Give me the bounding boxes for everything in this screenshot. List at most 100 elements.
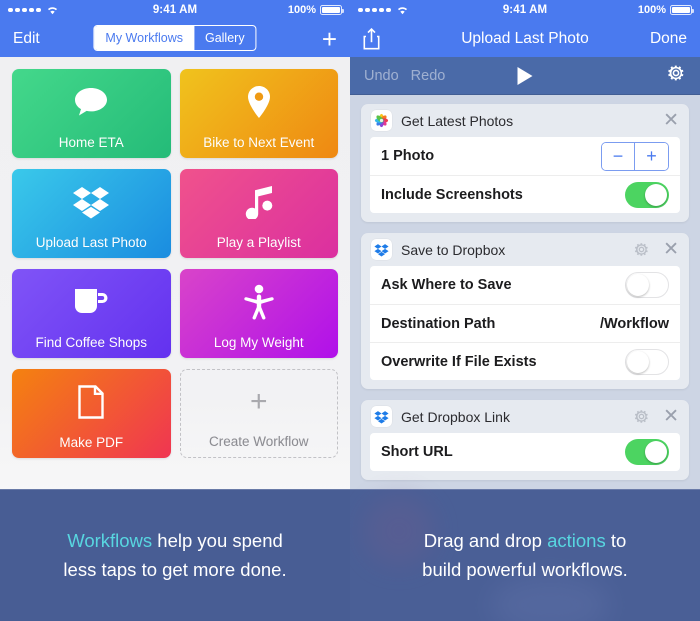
overwrite-if-file-exists-toggle[interactable] [625,348,669,375]
person-icon [180,269,339,335]
edit-button[interactable]: Edit [13,30,40,48]
battery-icon [670,5,694,15]
caption-left-rest: help you spend [152,530,283,552]
right-screen: 9:41 AM 100% Upload Last Photo Done Undo… [350,0,700,621]
status-bar-right: 9:41 AM 100% [350,0,700,20]
action-card-body: Short URL [370,433,680,471]
segment-gallery[interactable]: Gallery [194,26,256,50]
workflow-title: Upload Last Photo [461,29,589,47]
action-card-save-to-dropbox: Save to Dropbox ✕ Ask Where to Save Dest… [361,233,689,389]
parameter-label: Include Screenshots [381,186,523,203]
parameter-row-short-url: Short URL [370,433,680,471]
segment-my-workflows[interactable]: My Workflows [94,26,194,50]
tile-label: Make PDF [59,435,124,450]
nav-bar-left: Edit My Workflows Gallery + [0,20,350,57]
battery-percent: 100% [287,4,316,16]
redo-button[interactable]: Redo [411,68,446,84]
tile-label: Upload Last Photo [35,235,147,250]
dropbox-icon [12,169,171,235]
dropbox-app-icon [371,406,392,427]
battery-icon [320,5,344,15]
workflow-tile-bike-to-next-event[interactable]: Bike to Next Event [179,69,339,158]
workflow-grid: Home ETA Bike to Next Event Upload Last … [12,69,338,458]
parameter-label: 1 Photo [381,148,435,164]
document-icon [12,369,171,435]
stepper-minus-button[interactable]: − [602,142,635,170]
caption-right: Drag and drop actions to build powerful … [350,489,700,621]
parameter-row-ask-where-to-save: Ask Where to Save [370,266,680,304]
segmented-control[interactable]: My Workflows Gallery [93,25,257,51]
action-card-get-latest-photos: Get Latest Photos ✕ 1 Photo − + Include … [361,104,689,222]
caption-accent-word: actions [547,530,606,552]
ask-where-to-save-toggle[interactable] [625,272,669,298]
create-workflow-tile[interactable]: + Create Workflow [179,369,338,458]
action-card-get-dropbox-link: Get Dropbox Link ✕ Short URL [361,400,689,480]
action-card-title: Get Dropbox Link [401,408,510,425]
parameter-row-include-screenshots: Include Screenshots [370,175,680,213]
parameter-label: Overwrite If File Exists [381,353,537,370]
action-card-title: Save to Dropbox [401,241,506,258]
action-card-header: Save to Dropbox ✕ [361,233,689,266]
include-screenshots-toggle[interactable] [625,181,669,208]
share-icon[interactable] [363,27,380,50]
screenshot-root: 9:41 AM 100% Edit My Workflows Gallery +… [0,0,700,621]
tile-label: Create Workflow [208,434,309,449]
gear-icon[interactable] [666,63,686,88]
quantity-stepper[interactable]: − + [601,141,669,171]
map-pin-icon [180,69,339,135]
battery-percent: 100% [637,4,666,16]
undo-redo-group: Undo Redo [364,68,445,84]
parameter-label: Ask Where to Save [381,277,512,293]
workflow-tile-make-pdf[interactable]: Make PDF [12,369,171,458]
add-workflow-button[interactable]: + [322,26,337,52]
workflow-tile-log-my-weight[interactable]: Log My Weight [179,269,339,358]
undo-button[interactable]: Undo [364,68,399,84]
caption-right-post: to [605,530,627,552]
workflow-tile-upload-last-photo[interactable]: Upload Last Photo [12,169,171,258]
tile-label: Find Coffee Shops [35,335,148,350]
tile-label: Play a Playlist [216,235,301,250]
caption-left-line2: less taps to get more done. [63,558,287,580]
action-card-body: Ask Where to Save Destination Path /Work… [370,266,680,380]
action-card-title: Get Latest Photos [401,112,514,129]
parameter-label: Short URL [381,444,453,460]
destination-path-value[interactable]: /Workflow [600,316,669,332]
play-icon[interactable] [517,66,533,85]
actions-list: Get Latest Photos ✕ 1 Photo − + Include … [350,95,700,542]
tile-label: Home ETA [58,135,124,150]
workflow-tile-play-a-playlist[interactable]: Play a Playlist [179,169,339,258]
photos-app-icon [371,110,392,131]
action-card-header: Get Latest Photos ✕ [361,104,689,137]
parameter-row-photo-count: 1 Photo − + [370,137,680,175]
workflow-tile-home-eta[interactable]: Home ETA [12,69,171,158]
close-icon[interactable]: ✕ [663,111,679,130]
parameter-label: Destination Path [381,315,496,332]
close-icon[interactable]: ✕ [663,407,679,426]
left-screen: 9:41 AM 100% Edit My Workflows Gallery +… [0,0,350,621]
done-button[interactable]: Done [650,30,687,48]
workflow-tile-find-coffee-shops[interactable]: Find Coffee Shops [12,269,171,358]
nav-bar-right: Upload Last Photo Done [350,20,700,57]
caption-right-line2: build powerful workflows. [422,558,628,580]
speech-bubble-icon [12,69,171,135]
caption-right-pre: Drag and drop [423,530,548,552]
tile-label: Log My Weight [213,335,304,350]
stepper-plus-button[interactable]: + [635,142,668,170]
status-bar-left: 9:41 AM 100% [0,0,350,20]
caption-accent-word: Workflows [67,530,153,552]
tile-label: Bike to Next Event [203,135,315,150]
short-url-toggle[interactable] [625,439,669,465]
caption-right-text: Drag and drop actions to build powerful … [422,527,628,583]
gear-icon[interactable] [633,241,650,258]
dropbox-app-icon [371,239,392,260]
status-right-group: 100% [287,4,344,16]
action-card-header: Get Dropbox Link ✕ [361,400,689,433]
parameter-row-destination-path[interactable]: Destination Path /Workflow [370,304,680,342]
coffee-cup-icon [12,269,171,335]
parameter-row-overwrite-if-file-exists: Overwrite If File Exists [370,342,680,380]
music-note-icon [180,169,339,235]
editor-toolbar: Undo Redo [350,57,700,95]
close-icon[interactable]: ✕ [663,240,679,259]
gear-icon[interactable] [633,408,650,425]
caption-left: Workflows help you spend less taps to ge… [0,489,350,621]
